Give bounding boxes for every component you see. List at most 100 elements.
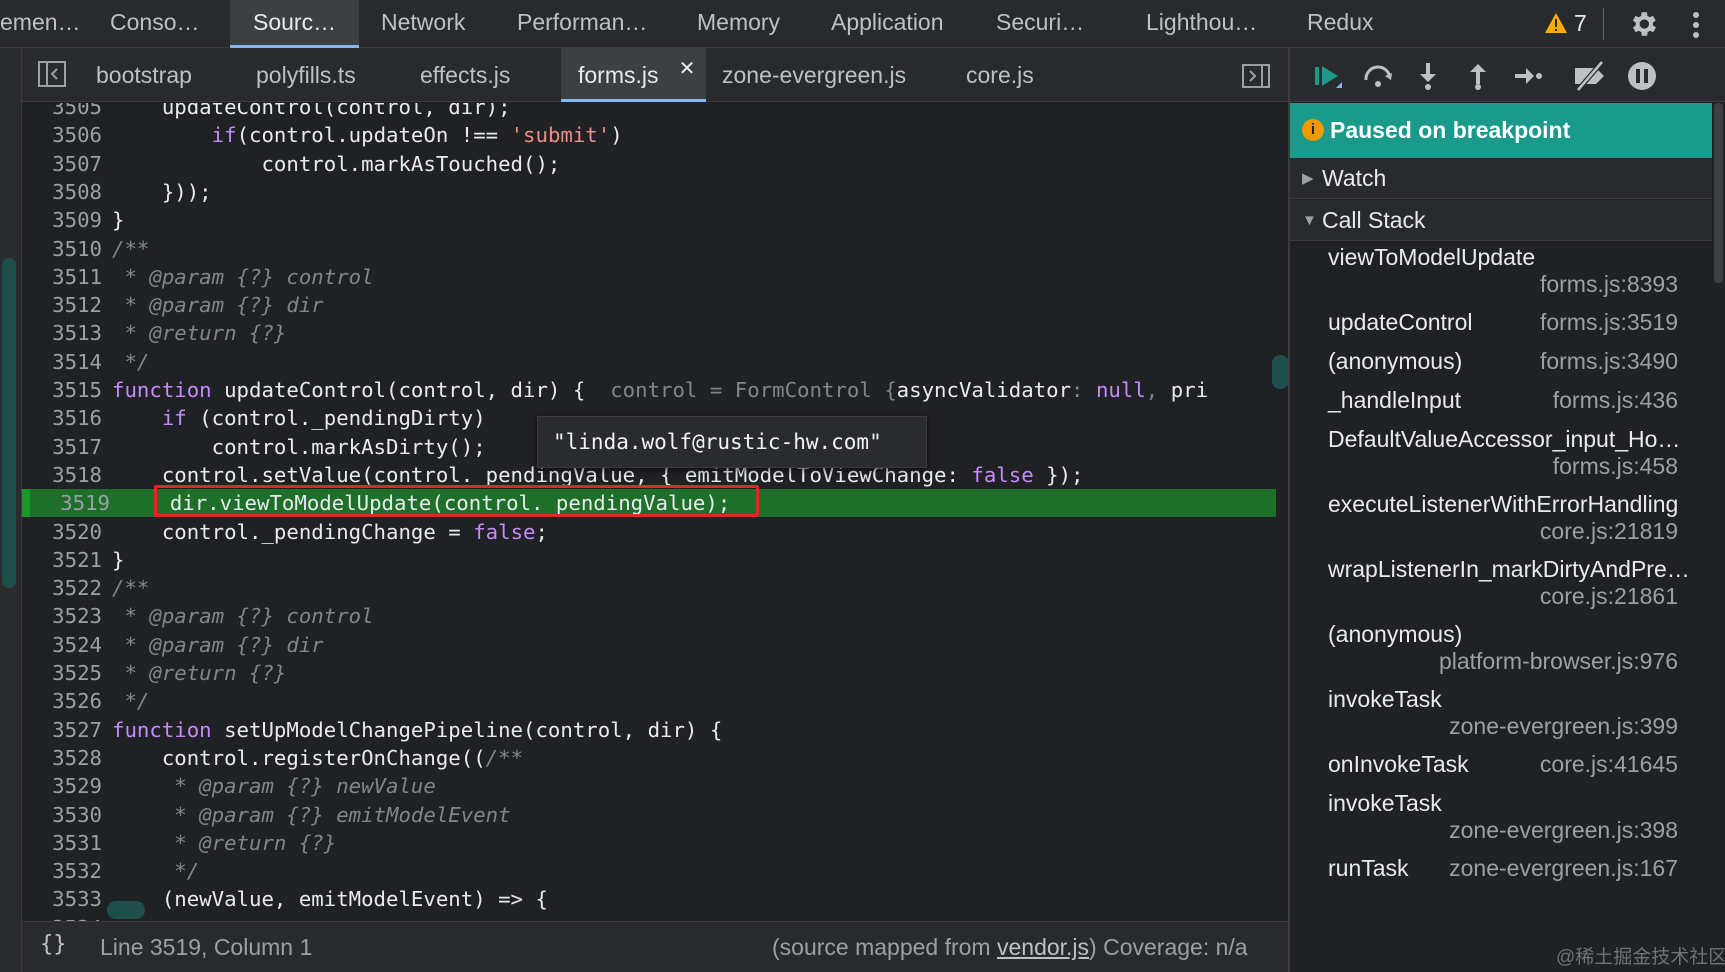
call-frame[interactable]: updateControl forms.js:3519: [1290, 309, 1712, 348]
tab-application[interactable]: Application: [831, 0, 944, 48]
pretty-print-icon[interactable]: {}: [40, 932, 67, 957]
code-line[interactable]: 3508 }));: [22, 178, 1276, 206]
line-number[interactable]: 3531: [22, 829, 102, 857]
resume-icon[interactable]: [1312, 60, 1344, 92]
code-line[interactable]: 3515 function updateControl(control, dir)…: [22, 376, 1276, 404]
code-line[interactable]: 3522 /**: [22, 574, 1276, 602]
line-number[interactable]: 3533: [22, 885, 102, 913]
source-map-link[interactable]: vendor.js: [997, 934, 1089, 960]
frame-location[interactable]: zone-evergreen.js:399: [1449, 713, 1678, 740]
gutter-scroll-thumb[interactable]: [2, 258, 16, 588]
line-number[interactable]: 3520: [22, 518, 102, 546]
line-number[interactable]: 3511: [22, 263, 102, 291]
frame-location[interactable]: core.js:21861: [1540, 583, 1678, 610]
tab-memory[interactable]: Memory: [697, 0, 780, 48]
code-line[interactable]: 3534: [22, 914, 1276, 921]
more-options-icon[interactable]: [1691, 10, 1701, 40]
line-number[interactable]: 3523: [22, 602, 102, 630]
frame-location[interactable]: zone-evergreen.js:398: [1449, 817, 1678, 844]
sidebar-scrollbar[interactable]: [1712, 103, 1725, 972]
code-line[interactable]: 3507 control.markAsTouched();: [22, 150, 1276, 178]
frame-location[interactable]: zone-evergreen.js:167: [1449, 855, 1678, 882]
line-number[interactable]: 3518: [22, 461, 102, 489]
code-line[interactable]: 3514 */: [22, 348, 1276, 376]
step-out-icon[interactable]: [1462, 60, 1494, 92]
call-frame[interactable]: viewToModelUpdate forms.js:8393: [1290, 244, 1712, 309]
file-tab-polyfills[interactable]: polyfills.ts: [256, 48, 356, 102]
close-tab-icon[interactable]: ✕: [674, 56, 700, 82]
call-frame[interactable]: onInvokeTask core.js:41645: [1290, 751, 1712, 790]
code-line[interactable]: 3511 * @param {?} control: [22, 263, 1276, 291]
code-line[interactable]: 3505 updateControl(control, dir);: [22, 103, 1276, 121]
call-frame[interactable]: wrapListenerIn_markDirtyAndPre… core.js:2…: [1290, 556, 1712, 621]
frame-location[interactable]: forms.js:3519: [1540, 309, 1678, 336]
call-frame[interactable]: (anonymous) forms.js:3490: [1290, 348, 1712, 387]
file-tab-bootstrap[interactable]: bootstrap: [96, 48, 192, 102]
line-number[interactable]: 3529: [22, 772, 102, 800]
frame-location[interactable]: forms.js:3490: [1540, 348, 1678, 375]
call-frame[interactable]: invokeTask zone-evergreen.js:399: [1290, 686, 1712, 751]
code-line[interactable]: 3530 * @param {?} emitModelEvent: [22, 801, 1276, 829]
line-number[interactable]: 3530: [22, 801, 102, 829]
tab-performance[interactable]: Performan…: [517, 0, 647, 48]
deactivate-breakpoints-icon[interactable]: [1572, 60, 1608, 92]
editor-hscroll-thumb[interactable]: [107, 901, 145, 919]
line-number[interactable]: 3508: [22, 178, 102, 206]
tab-elements[interactable]: emen…: [0, 0, 81, 48]
tab-console[interactable]: Conso…: [110, 0, 199, 48]
watch-section-header[interactable]: ▶ Watch: [1290, 158, 1712, 199]
call-frame[interactable]: invokeTask zone-evergreen.js:398: [1290, 790, 1712, 855]
editor-scroll-thumb[interactable]: [1272, 355, 1288, 389]
line-number[interactable]: 3515: [22, 376, 102, 404]
frame-location[interactable]: core.js:41645: [1540, 751, 1678, 778]
line-number[interactable]: 3526: [22, 687, 102, 715]
code-line[interactable]: 3528 control.registerOnChange((/**: [22, 744, 1276, 772]
tab-security[interactable]: Securi…: [996, 0, 1084, 48]
code-line[interactable]: 3512 * @param {?} dir: [22, 291, 1276, 319]
tab-redux[interactable]: Redux: [1307, 0, 1373, 48]
tab-sources[interactable]: Sourc…: [230, 0, 360, 48]
line-number[interactable]: 3517: [22, 433, 102, 461]
line-number[interactable]: 3532: [22, 857, 102, 885]
frame-location[interactable]: platform-browser.js:976: [1439, 648, 1678, 675]
step-icon[interactable]: [1512, 60, 1544, 92]
line-number[interactable]: 3528: [22, 744, 102, 772]
line-number[interactable]: 3512: [22, 291, 102, 319]
code-line[interactable]: 3523 * @param {?} control: [22, 602, 1276, 630]
line-number[interactable]: 3524: [22, 631, 102, 659]
code-line[interactable]: 3509}: [22, 206, 1276, 234]
line-number[interactable]: 3509: [22, 206, 102, 234]
tab-lighthouse[interactable]: Lighthou…: [1146, 0, 1257, 48]
call-frame[interactable]: (anonymous) platform-browser.js:976: [1290, 621, 1712, 686]
code-line[interactable]: 3524 * @param {?} dir: [22, 631, 1276, 659]
file-tab-effects[interactable]: effects.js: [420, 48, 510, 102]
line-number[interactable]: 3507: [22, 150, 102, 178]
line-number[interactable]: 3513: [22, 319, 102, 347]
file-tab-core[interactable]: core.js: [966, 48, 1034, 102]
code-line[interactable]: 3526 */: [22, 687, 1276, 715]
line-number[interactable]: 3514: [22, 348, 102, 376]
code-editor[interactable]: 3505 updateControl(control, dir); 3506 if…: [22, 103, 1288, 921]
code-line[interactable]: 3531 * @return {?}: [22, 829, 1276, 857]
file-tab-zone-evergreen[interactable]: zone-evergreen.js: [722, 48, 906, 102]
frame-location[interactable]: core.js:21819: [1540, 518, 1678, 545]
line-number[interactable]: 3522: [22, 574, 102, 602]
line-number[interactable]: 3527: [22, 716, 102, 744]
line-number[interactable]: 3510: [22, 235, 102, 263]
line-number[interactable]: 3521: [22, 546, 102, 574]
code-line[interactable]: 3520 control._pendingChange = false;: [22, 518, 1276, 546]
code-line[interactable]: 3532 */: [22, 857, 1276, 885]
code-line[interactable]: 3513 * @return {?}: [22, 319, 1276, 347]
call-frame[interactable]: DefaultValueAccessor_input_Ho… forms.js:4…: [1290, 426, 1712, 491]
toggle-navigator-icon[interactable]: [38, 61, 66, 87]
tab-network[interactable]: Network: [381, 0, 465, 48]
toggle-debugger-icon[interactable]: [1242, 64, 1270, 88]
call-frame[interactable]: runTask zone-evergreen.js:167: [1290, 855, 1712, 894]
line-number[interactable]: 3505: [22, 103, 102, 121]
line-number[interactable]: 3525: [22, 659, 102, 687]
code-line[interactable]: 3525 * @return {?}: [22, 659, 1276, 687]
frame-location[interactable]: forms.js:8393: [1540, 271, 1678, 298]
call-frame[interactable]: executeListenerWithErrorHandling core.js:…: [1290, 491, 1712, 556]
code-line[interactable]: 3529 * @param {?} newValue: [22, 772, 1276, 800]
frame-location[interactable]: forms.js:458: [1553, 453, 1678, 480]
